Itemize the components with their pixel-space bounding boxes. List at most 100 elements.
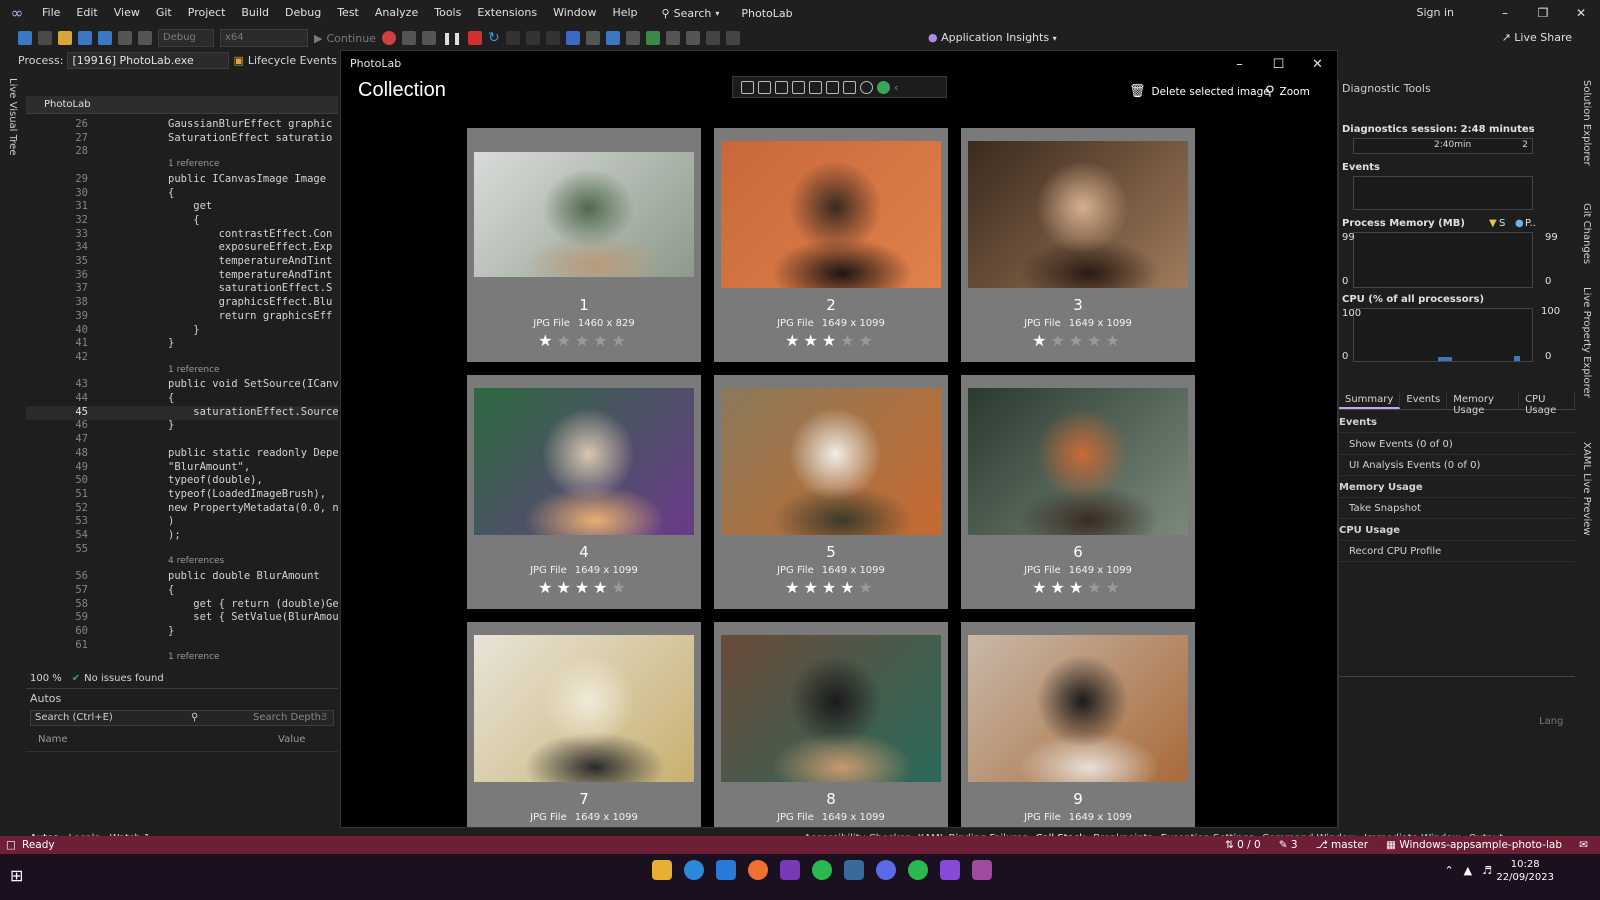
- edge-icon[interactable]: [684, 860, 704, 880]
- right-tab-git-changes[interactable]: Git Changes: [1581, 203, 1592, 264]
- star-icon[interactable]: ★: [859, 825, 877, 827]
- step-into-icon[interactable]: [525, 31, 540, 45]
- zoom-button[interactable]: ⚲ Zoom: [1265, 84, 1310, 99]
- open-folder-icon[interactable]: [58, 31, 72, 45]
- bookmark-next-icon[interactable]: [725, 31, 740, 45]
- live-tree-icon[interactable]: [605, 31, 620, 45]
- layout-icon[interactable]: [421, 31, 436, 45]
- star-icon[interactable]: ★: [1032, 331, 1050, 350]
- sign-in-link[interactable]: Sign in: [1416, 0, 1454, 26]
- star-icon[interactable]: ★: [1069, 331, 1087, 350]
- step-out-icon[interactable]: [545, 31, 560, 45]
- star-icon[interactable]: ★: [538, 825, 556, 827]
- visual-studio-icon[interactable]: [940, 860, 960, 880]
- star-icon[interactable]: ★: [593, 331, 611, 350]
- menu-item-extensions[interactable]: Extensions: [469, 0, 545, 26]
- track-focus-icon[interactable]: [792, 80, 805, 94]
- rating-stars[interactable]: ★★★★★: [961, 578, 1195, 597]
- editor-tab[interactable]: PhotoLab: [26, 96, 338, 114]
- delete-selected-image-button[interactable]: 🗑 Delete selected image: [1129, 84, 1270, 99]
- search-button[interactable]: ⚲ Search ▾: [654, 7, 728, 20]
- spotify-icon[interactable]: [812, 860, 832, 880]
- menu-item-debug[interactable]: Debug: [277, 0, 329, 26]
- select-element-icon[interactable]: [741, 80, 754, 94]
- menu-item-project[interactable]: Project: [180, 0, 234, 26]
- star-icon[interactable]: ★: [822, 825, 840, 827]
- display-adorner-icon[interactable]: [775, 80, 788, 94]
- autos-search-input[interactable]: Search (Ctrl+E) ⚲ Search Depth: 3: [30, 710, 334, 726]
- steam-icon[interactable]: [844, 860, 864, 880]
- lifecycle-events-select[interactable]: Lifecycle Events: [248, 54, 337, 67]
- application-insights-button[interactable]: ● Application Insights ▾: [928, 26, 1057, 51]
- diag-tab-summary[interactable]: Summary: [1339, 392, 1401, 409]
- diag-tab-memory-usage[interactable]: Memory Usage: [1447, 392, 1520, 416]
- photo-card[interactable]: 8JPG File1649 x 1099★★★★★: [714, 622, 948, 827]
- diag-action-show-events-0-of-0-[interactable]: Show Events (0 of 0): [1339, 434, 1575, 455]
- photo-card[interactable]: 3 JPG File 1649 x 1099 ★★★★★: [961, 128, 1195, 362]
- star-icon[interactable]: ★: [859, 331, 877, 350]
- star-icon[interactable]: ★: [803, 331, 821, 350]
- photolab-minimize-button[interactable]: –: [1220, 51, 1259, 79]
- volume-icon[interactable]: ♬: [1482, 864, 1492, 877]
- menu-item-git[interactable]: Git: [148, 0, 180, 26]
- right-tab-live-property-explorer[interactable]: Live Property Explorer: [1581, 287, 1592, 398]
- rating-stars[interactable]: ★★★★★: [467, 331, 701, 350]
- file-explorer-icon[interactable]: [652, 860, 672, 880]
- maximize-button[interactable]: ❐: [1524, 0, 1562, 26]
- camera-icon[interactable]: [758, 80, 771, 94]
- diag-tab-events[interactable]: Events: [1400, 392, 1448, 409]
- star-icon[interactable]: ★: [840, 578, 858, 597]
- app-icon[interactable]: [748, 860, 768, 880]
- code-editor[interactable]: 26 GaussianBlurEffect graphic 27 Saturation…: [26, 96, 338, 670]
- show-threads-icon[interactable]: [585, 31, 600, 45]
- rating-stars[interactable]: ★★★★★: [714, 331, 948, 350]
- photo-card[interactable]: 7JPG File1649 x 1099★★★★★: [467, 622, 701, 827]
- menu-item-tools[interactable]: Tools: [426, 0, 469, 26]
- bookmark-prev-icon[interactable]: [705, 31, 720, 45]
- right-tab-solution-explorer[interactable]: Solution Explorer: [1581, 80, 1592, 166]
- stop-icon[interactable]: [468, 31, 483, 45]
- menu-item-help[interactable]: Help: [604, 0, 645, 26]
- star-icon[interactable]: ★: [556, 331, 574, 350]
- updown-indicator[interactable]: ⇅ 0 / 0: [1225, 836, 1261, 854]
- uncomment-icon[interactable]: [665, 31, 680, 45]
- star-icon[interactable]: ★: [575, 578, 593, 597]
- star-icon[interactable]: ★: [1069, 578, 1087, 597]
- live-share-button[interactable]: ↗ Live Share: [1502, 26, 1572, 50]
- vscode-icon[interactable]: [716, 860, 736, 880]
- pending-changes[interactable]: ✎ 3: [1279, 836, 1298, 854]
- right-tab-xaml-live-preview[interactable]: XAML Live Preview: [1581, 442, 1592, 536]
- star-icon[interactable]: ★: [556, 825, 574, 827]
- step-over-icon[interactable]: [505, 31, 520, 45]
- photolab-app-icon[interactable]: [972, 860, 992, 880]
- diag-action-take-snapshot[interactable]: Take Snapshot: [1339, 498, 1575, 519]
- star-icon[interactable]: ★: [785, 331, 803, 350]
- comment-icon[interactable]: [645, 31, 660, 45]
- photolab-close-button[interactable]: ✕: [1298, 51, 1337, 79]
- minimize-button[interactable]: –: [1486, 0, 1524, 26]
- star-icon[interactable]: ★: [822, 331, 840, 350]
- star-icon[interactable]: ★: [785, 825, 803, 827]
- process-select[interactable]: [19916] PhotoLab.exe: [67, 51, 230, 69]
- process-icon[interactable]: [401, 31, 416, 45]
- discord-icon[interactable]: [876, 860, 896, 880]
- zoom-select[interactable]: 100 %: [30, 673, 62, 684]
- star-icon[interactable]: ★: [593, 825, 611, 827]
- star-icon[interactable]: ★: [803, 825, 821, 827]
- star-icon[interactable]: ★: [612, 331, 630, 350]
- star-icon[interactable]: ★: [1050, 578, 1068, 597]
- spotify-icon[interactable]: [908, 860, 928, 880]
- star-icon[interactable]: ★: [1032, 825, 1050, 827]
- rating-stars[interactable]: ★★★★★: [714, 578, 948, 597]
- name-column-header[interactable]: Name: [38, 734, 278, 745]
- star-icon[interactable]: ★: [575, 825, 593, 827]
- value-column-header[interactable]: Value: [278, 734, 305, 745]
- collapse-toolbar-icon[interactable]: ‹: [894, 81, 898, 94]
- menu-item-test[interactable]: Test: [329, 0, 367, 26]
- repo-indicator[interactable]: ▦ Windows-appsample-photo-lab: [1386, 836, 1562, 854]
- star-icon[interactable]: ★: [1106, 331, 1124, 350]
- binding-failures-icon[interactable]: [843, 80, 856, 94]
- star-icon[interactable]: ★: [1087, 825, 1105, 827]
- photo-card[interactable]: 1 JPG File 1460 x 829 ★★★★★: [467, 128, 701, 362]
- rating-stars[interactable]: ★★★★★: [467, 578, 701, 597]
